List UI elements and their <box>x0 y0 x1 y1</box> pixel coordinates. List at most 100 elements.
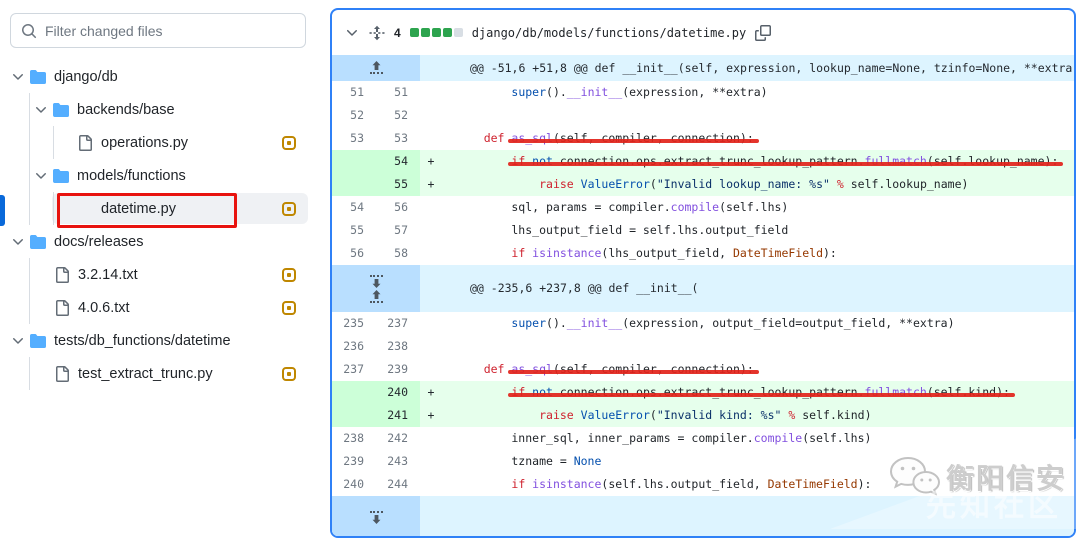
tree-file-test-extract-trunc-py[interactable]: test_extract_trunc.py <box>0 357 318 390</box>
code-token: raise <box>539 177 581 191</box>
tree-folder-django-db[interactable]: django/db <box>0 60 318 93</box>
code-token: fullmatch <box>864 154 927 168</box>
tree-file-operations-py[interactable]: operations.py <box>0 126 318 159</box>
code-token: self.kind) <box>795 408 872 422</box>
modified-status-icon <box>282 135 296 150</box>
code-line: raise ValueError("Invalid lookup_name: %… <box>442 173 1074 196</box>
old-line-number[interactable]: 239 <box>332 450 376 473</box>
new-line-number[interactable]: 244 <box>376 473 420 496</box>
selected-file-accent-bar <box>0 195 5 226</box>
old-line-number[interactable]: 236 <box>332 335 376 358</box>
old-line-number[interactable]: 235 <box>332 312 376 335</box>
fold-down-arrow-icon <box>372 514 380 524</box>
code-token: connection.ops.extract_trunc_lookup_patt… <box>552 154 865 168</box>
code-token: ValueError <box>580 177 650 191</box>
old-line-number[interactable]: 52 <box>332 104 376 127</box>
code-token: as_sql <box>511 131 553 145</box>
diff-table: @@ -51,6 +51,8 @@ def __init__(self, exp… <box>332 55 1074 536</box>
old-line-number[interactable]: 51 <box>332 81 376 104</box>
hunk-header-text <box>420 496 1074 536</box>
code-line: super().__init__(expression, output_fiel… <box>442 312 1074 335</box>
new-line-number[interactable]: 58 <box>376 242 420 265</box>
tree-folder-tests-db-functions-datetime[interactable]: tests/db_functions/datetime <box>0 324 318 357</box>
code-line: if not connection.ops.extract_trunc_look… <box>442 150 1074 173</box>
filter-changed-files-box <box>10 13 306 48</box>
chevron-down-icon <box>13 238 23 245</box>
tree-folder-docs-releases[interactable]: docs/releases <box>0 225 318 258</box>
new-line-number[interactable]: 240 <box>376 381 420 404</box>
old-line-number[interactable] <box>332 150 376 173</box>
new-line-number[interactable]: 52 <box>376 104 420 127</box>
old-line-number[interactable]: 55 <box>332 219 376 242</box>
old-line-number[interactable]: 240 <box>332 473 376 496</box>
diff-stat-blocks <box>409 28 463 37</box>
new-line-number[interactable]: 51 <box>376 81 420 104</box>
tree-file-3-2-14-txt[interactable]: 3.2.14.txt <box>0 258 318 291</box>
code-line: def as_sql(self, compiler, connection): <box>442 358 1074 381</box>
expand-up-button[interactable] <box>369 289 383 306</box>
annotation-red-box <box>57 193 237 228</box>
new-line-number[interactable]: 243 <box>376 450 420 473</box>
diff-row-context: 53 53 def as_sql(self, compiler, connecti… <box>332 127 1074 150</box>
code-token: self.lookup_name) <box>843 177 969 191</box>
code-line: inner_sql, inner_params = compiler.compi… <box>442 427 1074 450</box>
new-line-number[interactable]: 54 <box>376 150 420 173</box>
old-line-number[interactable]: 237 <box>332 358 376 381</box>
expand-down-button[interactable] <box>369 272 383 289</box>
code-token: compile <box>753 431 803 445</box>
old-line-number[interactable]: 53 <box>332 127 376 150</box>
diff-block-empty <box>453 28 463 37</box>
expand-up-button[interactable] <box>369 60 383 77</box>
modified-status-icon <box>282 366 296 381</box>
expand-down-button[interactable] <box>369 508 383 525</box>
code-token: as_sql <box>511 362 553 376</box>
tree-item-label: operations.py <box>101 134 189 151</box>
old-line-number[interactable] <box>332 381 376 404</box>
collapse-file-chevron-icon[interactable] <box>344 25 360 41</box>
filter-changed-files-input[interactable] <box>45 22 295 39</box>
new-line-number[interactable]: 239 <box>376 358 420 381</box>
tree-folder-backends-base[interactable]: backends/base <box>0 93 318 126</box>
code-line: super().__init__(expression, **extra) <box>442 81 1074 104</box>
chevron-down-icon <box>13 73 23 80</box>
diff-row-context: 237 239 def as_sql(self, compiler, connec… <box>332 358 1074 381</box>
tree-item-label: models/functions <box>77 167 186 184</box>
code-line: if not connection.ops.extract_trunc_look… <box>442 381 1074 404</box>
tree-indent-guide <box>53 126 54 159</box>
tree-file-4-0-6-txt[interactable]: 4.0.6.txt <box>0 291 318 324</box>
code-token: if <box>511 477 533 491</box>
changes-count: 4 <box>394 25 401 40</box>
new-line-number[interactable]: 53 <box>376 127 420 150</box>
old-line-number[interactable] <box>332 173 376 196</box>
code-token: if <box>511 154 533 168</box>
old-line-number[interactable] <box>332 404 376 427</box>
new-line-number[interactable]: 241 <box>376 404 420 427</box>
tree-folder-models-functions[interactable]: models/functions <box>0 159 318 192</box>
annotation-red-underline: as_sql(self, compiler, connection): <box>511 131 753 145</box>
tree-indent-guide <box>29 258 30 324</box>
hunk-header-text: @@ -235,6 +237,8 @@ def __init__( <box>470 281 699 295</box>
code-token: __init__ <box>566 316 623 330</box>
new-line-number[interactable]: 238 <box>376 335 420 358</box>
old-line-number[interactable]: 54 <box>332 196 376 219</box>
annotation-red-underline: if not connection.ops.extract_trunc_look… <box>511 385 1010 399</box>
diff-row-context: 51 51 super().__init__(expression, **extr… <box>332 81 1074 104</box>
new-line-number[interactable]: 242 <box>376 427 420 450</box>
new-line-number[interactable]: 237 <box>376 312 420 335</box>
diff-row-addition: 240 + if not connection.ops.extract_trunc… <box>332 381 1074 404</box>
folder-icon <box>30 69 46 84</box>
new-line-number[interactable]: 55 <box>376 173 420 196</box>
unfold-all-icon[interactable] <box>369 25 385 41</box>
copy-path-icon[interactable] <box>755 24 772 41</box>
old-line-number[interactable]: 56 <box>332 242 376 265</box>
diff-row-context: 54 56 sql, params = compiler.compile(self… <box>332 196 1074 219</box>
old-line-number[interactable]: 238 <box>332 427 376 450</box>
diff-file-path[interactable]: django/db/models/functions/datetime.py <box>472 26 747 40</box>
new-line-number[interactable]: 57 <box>376 219 420 242</box>
code-token: "Invalid lookup_name: %s" <box>656 177 830 191</box>
hunk-header-row: @@ -51,6 +51,8 @@ def __init__(self, exp… <box>332 55 1074 81</box>
new-line-number[interactable]: 56 <box>376 196 420 219</box>
code-token: compile <box>670 200 720 214</box>
